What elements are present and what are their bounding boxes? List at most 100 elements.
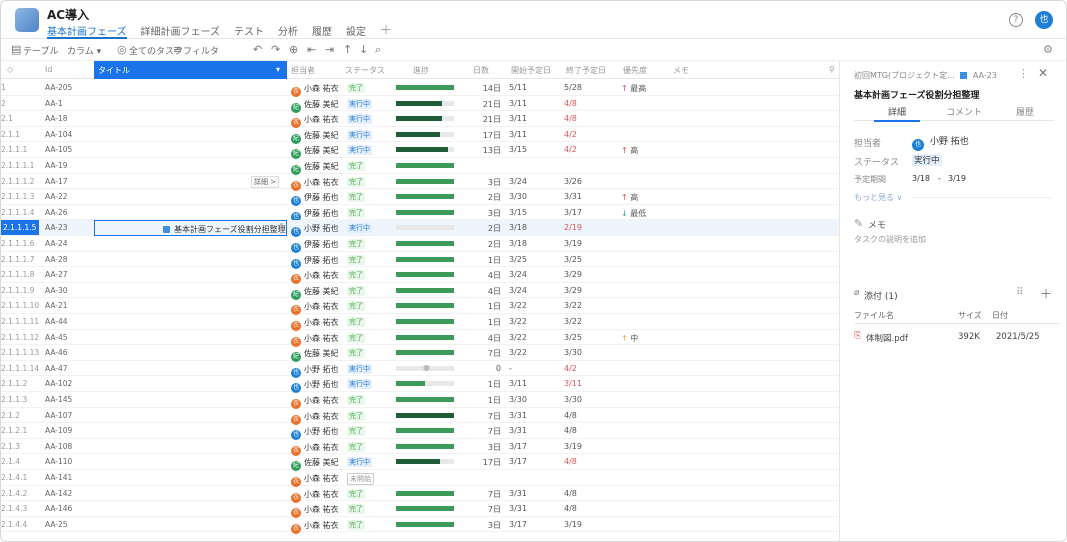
chevron-down-icon[interactable]: ▾ xyxy=(276,65,280,74)
table-row[interactable]: 2.1AA-18∨プロジェクト立ち上げ衣小森 祐衣実行中21日3/114/8 xyxy=(1,111,839,129)
issue-key[interactable]: AA-102 xyxy=(45,379,91,388)
status-cell[interactable]: 完了 xyxy=(347,348,365,359)
days-cell[interactable]: 4日 xyxy=(463,270,501,281)
issue-key[interactable]: AA-146 xyxy=(45,504,91,513)
start-date-cell[interactable]: 3/11 xyxy=(509,114,527,123)
redo-icon[interactable]: ↷ xyxy=(271,43,280,56)
end-date-cell[interactable]: 4/8 xyxy=(564,411,577,420)
end-date-cell[interactable]: 5/28 xyxy=(564,83,582,92)
status-cell[interactable]: 完了 xyxy=(347,192,365,203)
start-date-cell[interactable]: 3/31 xyxy=(509,504,527,513)
end-date-cell[interactable]: 4/8 xyxy=(564,489,577,498)
start-date-cell[interactable]: 3/22 xyxy=(509,348,527,357)
add-task-icon[interactable]: ⊕ xyxy=(289,43,298,56)
move-down-icon[interactable]: ↓ xyxy=(359,43,368,56)
status-cell[interactable]: 完了 xyxy=(347,254,365,265)
breadcrumb-issue-key[interactable]: AA-23 xyxy=(973,71,997,80)
days-cell[interactable]: 4日 xyxy=(463,286,501,297)
col-header-title[interactable]: タイトル ▾ xyxy=(94,61,287,79)
issue-key[interactable]: AA-145 xyxy=(45,395,91,404)
table-row[interactable]: 2.1.1.1.9AA-30基本計画フェーズ各種基本ルール検討紀佐藤 美紀完了4… xyxy=(1,283,839,300)
status-cell[interactable]: 完了 xyxy=(347,239,365,249)
table-row[interactable]: 2.1.1.1.8AA-27基本計画フェーズタスクフロー確認衣小森 祐衣完了4日… xyxy=(1,267,839,285)
start-date-cell[interactable]: 3/31 xyxy=(509,489,527,498)
end-date-cell[interactable]: 4/8 xyxy=(564,114,577,123)
col-header-status[interactable]: ステータス xyxy=(345,65,385,76)
end-date-cell[interactable]: 3/25 xyxy=(564,333,582,342)
col-header-start[interactable]: 開始予定日 xyxy=(511,65,551,76)
end-date-cell[interactable]: 4/2 xyxy=(564,364,577,373)
status-cell[interactable]: 完了 xyxy=(347,317,365,327)
table-row[interactable]: 2.1.4.3AA-146洗出しシート記入・返送衣小森 祐衣完了7日3/314/… xyxy=(1,501,839,519)
start-date-cell[interactable]: 3/17 xyxy=(509,457,527,466)
start-date-cell[interactable]: 5/11 xyxy=(509,83,527,92)
user-avatar[interactable]: 也 xyxy=(1035,11,1053,29)
days-cell[interactable]: 7日 xyxy=(463,348,501,359)
end-date-cell[interactable]: 3/19 xyxy=(564,520,582,529)
days-cell[interactable]: 21日 xyxy=(463,114,501,125)
status-cell[interactable]: 完了 xyxy=(347,270,365,281)
days-cell[interactable]: 2日 xyxy=(463,239,501,250)
start-date-cell[interactable]: - xyxy=(509,364,512,373)
status-cell[interactable]: 完了 xyxy=(347,161,365,171)
start-date-cell[interactable]: 3/11 xyxy=(509,99,527,108)
status-cell[interactable]: 完了 xyxy=(347,395,365,405)
start-date-cell[interactable]: 3/22 xyxy=(509,333,527,342)
days-cell[interactable]: 7日 xyxy=(463,489,501,500)
issue-key[interactable]: AA-19 xyxy=(45,161,91,170)
table-row[interactable]: 2.1.1.1.10AA-21プロダクトレベル対象スコープ検討衣小森 祐衣完了1… xyxy=(1,298,839,316)
days-cell[interactable]: 14日 xyxy=(463,83,501,94)
panel-tab-history[interactable]: 履歴 xyxy=(1016,105,1034,118)
grid-view-icon[interactable]: ⠿ xyxy=(1016,287,1023,298)
table-row[interactable]: 2.1.2AA-107∨サーベイ実施衣小森 祐衣完了7日3/314/8 xyxy=(1,408,839,425)
days-cell[interactable]: 17日 xyxy=(463,457,501,468)
end-date-cell[interactable]: 3/29 xyxy=(564,286,582,295)
days-cell[interactable]: 2日 xyxy=(463,192,501,203)
priority-cell[interactable]: ↑ 高 xyxy=(621,145,638,156)
end-date-cell[interactable]: 4/8 xyxy=(564,504,577,513)
status-cell[interactable]: 完了 xyxy=(347,504,365,515)
status-cell[interactable]: 完了 xyxy=(347,176,365,187)
table-row[interactable]: 2.1.1.1.3AA-22マスタスケジュール案検討也伊藤 拓也完了2日3/30… xyxy=(1,189,839,207)
end-date-cell[interactable]: 3/19 xyxy=(564,442,582,451)
end-date-cell[interactable]: 4/2 xyxy=(564,130,577,139)
attachment-file-link[interactable]: 体制図.pdf xyxy=(866,332,908,344)
status-cell[interactable]: 完了 xyxy=(347,426,365,437)
tab-basic-plan[interactable]: 基本計画フェーズ xyxy=(47,23,127,39)
table-row[interactable]: 2.1.1.1.12AA-45キックオフ開催準備衣小森 祐衣完了4日3/223/… xyxy=(1,330,839,347)
end-date-cell[interactable]: 3/26 xyxy=(564,177,582,186)
start-date-cell[interactable]: 3/15 xyxy=(509,208,527,217)
status-cell[interactable]: 完了 xyxy=(347,441,365,452)
end-date-cell[interactable]: 2/19 xyxy=(564,223,582,232)
end-date-cell[interactable]: 3/22 xyxy=(564,301,582,310)
breadcrumb-parent[interactable]: 初回MTG(プロジェクト定... xyxy=(854,71,955,80)
days-cell[interactable]: 7日 xyxy=(463,426,501,437)
filter-button[interactable]: フィルタ xyxy=(183,44,219,57)
status-cell[interactable]: 実行中 xyxy=(347,114,372,125)
start-date-cell[interactable]: 3/24 xyxy=(509,177,527,186)
status-cell[interactable]: 完了 xyxy=(347,410,365,421)
close-icon[interactable]: ✕ xyxy=(1038,66,1048,80)
table-row[interactable]: 2.1.1.1.6AA-24基本計画フェーズ会議体整理也伊藤 拓也完了2日3/1… xyxy=(1,236,839,253)
breadcrumb[interactable]: 初回MTG(プロジェクト定... AA-23 xyxy=(854,70,997,81)
move-up-icon[interactable]: ↑ xyxy=(343,43,352,56)
memo-input[interactable]: タスクの説明を追加 xyxy=(854,234,926,245)
status-cell[interactable]: 実行中 xyxy=(347,379,372,390)
column-settings-icon[interactable]: ⚲ xyxy=(829,65,835,74)
col-header-assignee[interactable]: 担当者 xyxy=(291,65,315,76)
table-row[interactable]: 2.1.1AA-104∨プロジェクト定義・キックオフ準備紀佐藤 美紀実行中17日… xyxy=(1,127,839,144)
status-cell[interactable]: 完了 xyxy=(347,519,365,530)
days-cell[interactable]: 7日 xyxy=(463,411,501,422)
days-cell[interactable]: 4日 xyxy=(463,333,501,344)
status-cell[interactable]: 完了 xyxy=(347,207,365,218)
issue-key[interactable]: AA-22 xyxy=(45,192,91,201)
status-cell[interactable]: 完了 xyxy=(347,285,365,296)
issue-key[interactable]: AA-18 xyxy=(45,114,91,123)
col-header-priority[interactable]: 優先度 xyxy=(623,65,647,76)
show-more-link[interactable]: もっと見る ∨ xyxy=(854,192,902,203)
more-options-icon[interactable]: ⋮ xyxy=(1018,67,1029,80)
panel-tab-comment[interactable]: コメント xyxy=(946,105,982,118)
undo-icon[interactable]: ↶ xyxy=(253,43,262,56)
table-row[interactable]: 1AA-205aa衣小森 祐衣完了14日5/115/28↑ 最高 xyxy=(1,80,839,97)
issue-key[interactable]: AA-25 xyxy=(45,520,91,529)
